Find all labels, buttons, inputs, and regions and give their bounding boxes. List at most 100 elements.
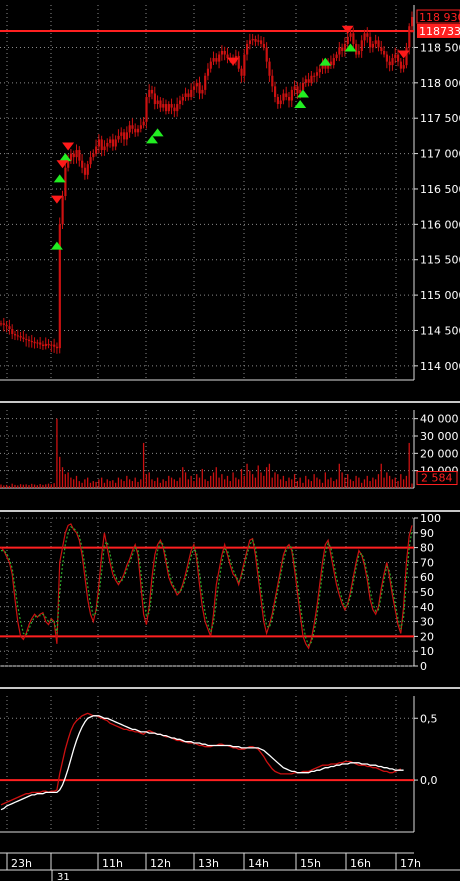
candle-body (271, 75, 274, 87)
candle-body (402, 65, 405, 69)
candle-body (164, 104, 168, 112)
candle-body (30, 341, 33, 343)
candle-body (106, 142, 109, 147)
candle-body (388, 61, 391, 66)
trading-chart[interactable]: 114 000 114 500 115 000 115 500 116 000 116 5… (0, 0, 460, 881)
candle-body (58, 224, 61, 349)
candle-body (13, 334, 17, 336)
y-tick-label: 10 (420, 645, 434, 658)
candle-body (137, 128, 140, 133)
candle-body (260, 40, 263, 44)
candle-body (159, 100, 162, 108)
candle-body (321, 65, 324, 69)
y-tick-label: 118 500 (420, 41, 460, 54)
candle-body (120, 132, 123, 136)
y-tick-label: 30 (420, 616, 434, 629)
candle-body (192, 86, 196, 90)
candle-body (254, 38, 257, 42)
candle-body (67, 160, 70, 168)
candle-body (114, 139, 117, 147)
candle-body (83, 167, 87, 175)
candle-body (301, 82, 305, 90)
candle-body (181, 96, 184, 101)
y-tick-label: 40 (420, 601, 434, 614)
candle-body (357, 50, 361, 55)
candle-body (399, 61, 403, 69)
candle-body (95, 146, 98, 154)
candle-body (313, 75, 316, 77)
candle-body (274, 86, 277, 97)
candle-body (332, 58, 335, 66)
y-tick-label: 115 500 (420, 254, 460, 267)
y-tick-label: 114 000 (420, 360, 460, 373)
candle-body (371, 43, 375, 48)
candle-body (246, 43, 249, 55)
candle-body (363, 33, 366, 41)
candle-body (355, 43, 358, 55)
y-tick-label: 80 (420, 542, 434, 555)
y-tick-label: 115 000 (420, 289, 460, 302)
time-tick-label: 15h (300, 857, 321, 870)
candle-body (5, 324, 8, 327)
candle-body (304, 79, 307, 83)
candle-body (201, 89, 204, 94)
candle-body (8, 326, 11, 330)
candle-body (411, 17, 414, 27)
candle-body (268, 61, 271, 76)
y-tick-label: 100 (420, 512, 441, 525)
candle-body (25, 338, 28, 340)
y-tick-label: 90 (420, 527, 434, 540)
candle-body (248, 40, 252, 44)
candle-body (310, 75, 313, 83)
candle-body (139, 125, 142, 129)
candle-body (318, 68, 321, 73)
candle-body (97, 139, 101, 147)
candle-body (187, 93, 190, 97)
candle-body (22, 337, 25, 339)
candle-body (366, 33, 369, 37)
candle-body (156, 100, 159, 105)
candle-body (131, 125, 134, 129)
candle-body (324, 65, 327, 69)
candle-body (279, 100, 282, 105)
candle-body (134, 128, 137, 133)
time-tick-label: 14h (248, 857, 269, 870)
candle-body (209, 61, 212, 69)
candle-body (41, 344, 45, 347)
candle-body (176, 104, 179, 112)
candle-body (282, 93, 285, 101)
y-tick-label: 0,0 (420, 774, 438, 787)
candle-body (190, 89, 193, 97)
candle-body (125, 132, 129, 140)
candle-body (103, 146, 106, 151)
candle-body (405, 47, 408, 66)
candle-body (44, 343, 47, 347)
candle-body (377, 40, 380, 48)
candle-body (16, 335, 19, 337)
candle-body (148, 89, 151, 97)
y-tick-label: 116 000 (420, 218, 460, 231)
candle-body (109, 139, 112, 143)
candle-body (178, 100, 182, 105)
candle-body (11, 329, 14, 335)
candle-body (352, 33, 355, 44)
candle-body (408, 26, 411, 48)
candle-body (92, 153, 95, 158)
candle-body (145, 96, 148, 122)
candle-body (296, 86, 299, 94)
candle-body (100, 139, 103, 151)
candle-body (243, 54, 246, 76)
y-tick-label: 60 (420, 571, 434, 584)
time-tick-label: 12h (150, 857, 171, 870)
candle-body (19, 336, 22, 338)
chart-background (0, 0, 460, 881)
candle-body (338, 47, 341, 55)
candle-body (50, 344, 53, 346)
y-tick-label: 0,5 (420, 712, 438, 725)
candle-body (369, 36, 372, 48)
candle-body (223, 50, 226, 55)
candle-body (150, 89, 154, 94)
time-tick-label: 17h (400, 857, 421, 870)
candle-body (75, 150, 78, 158)
candle-body (72, 153, 75, 158)
